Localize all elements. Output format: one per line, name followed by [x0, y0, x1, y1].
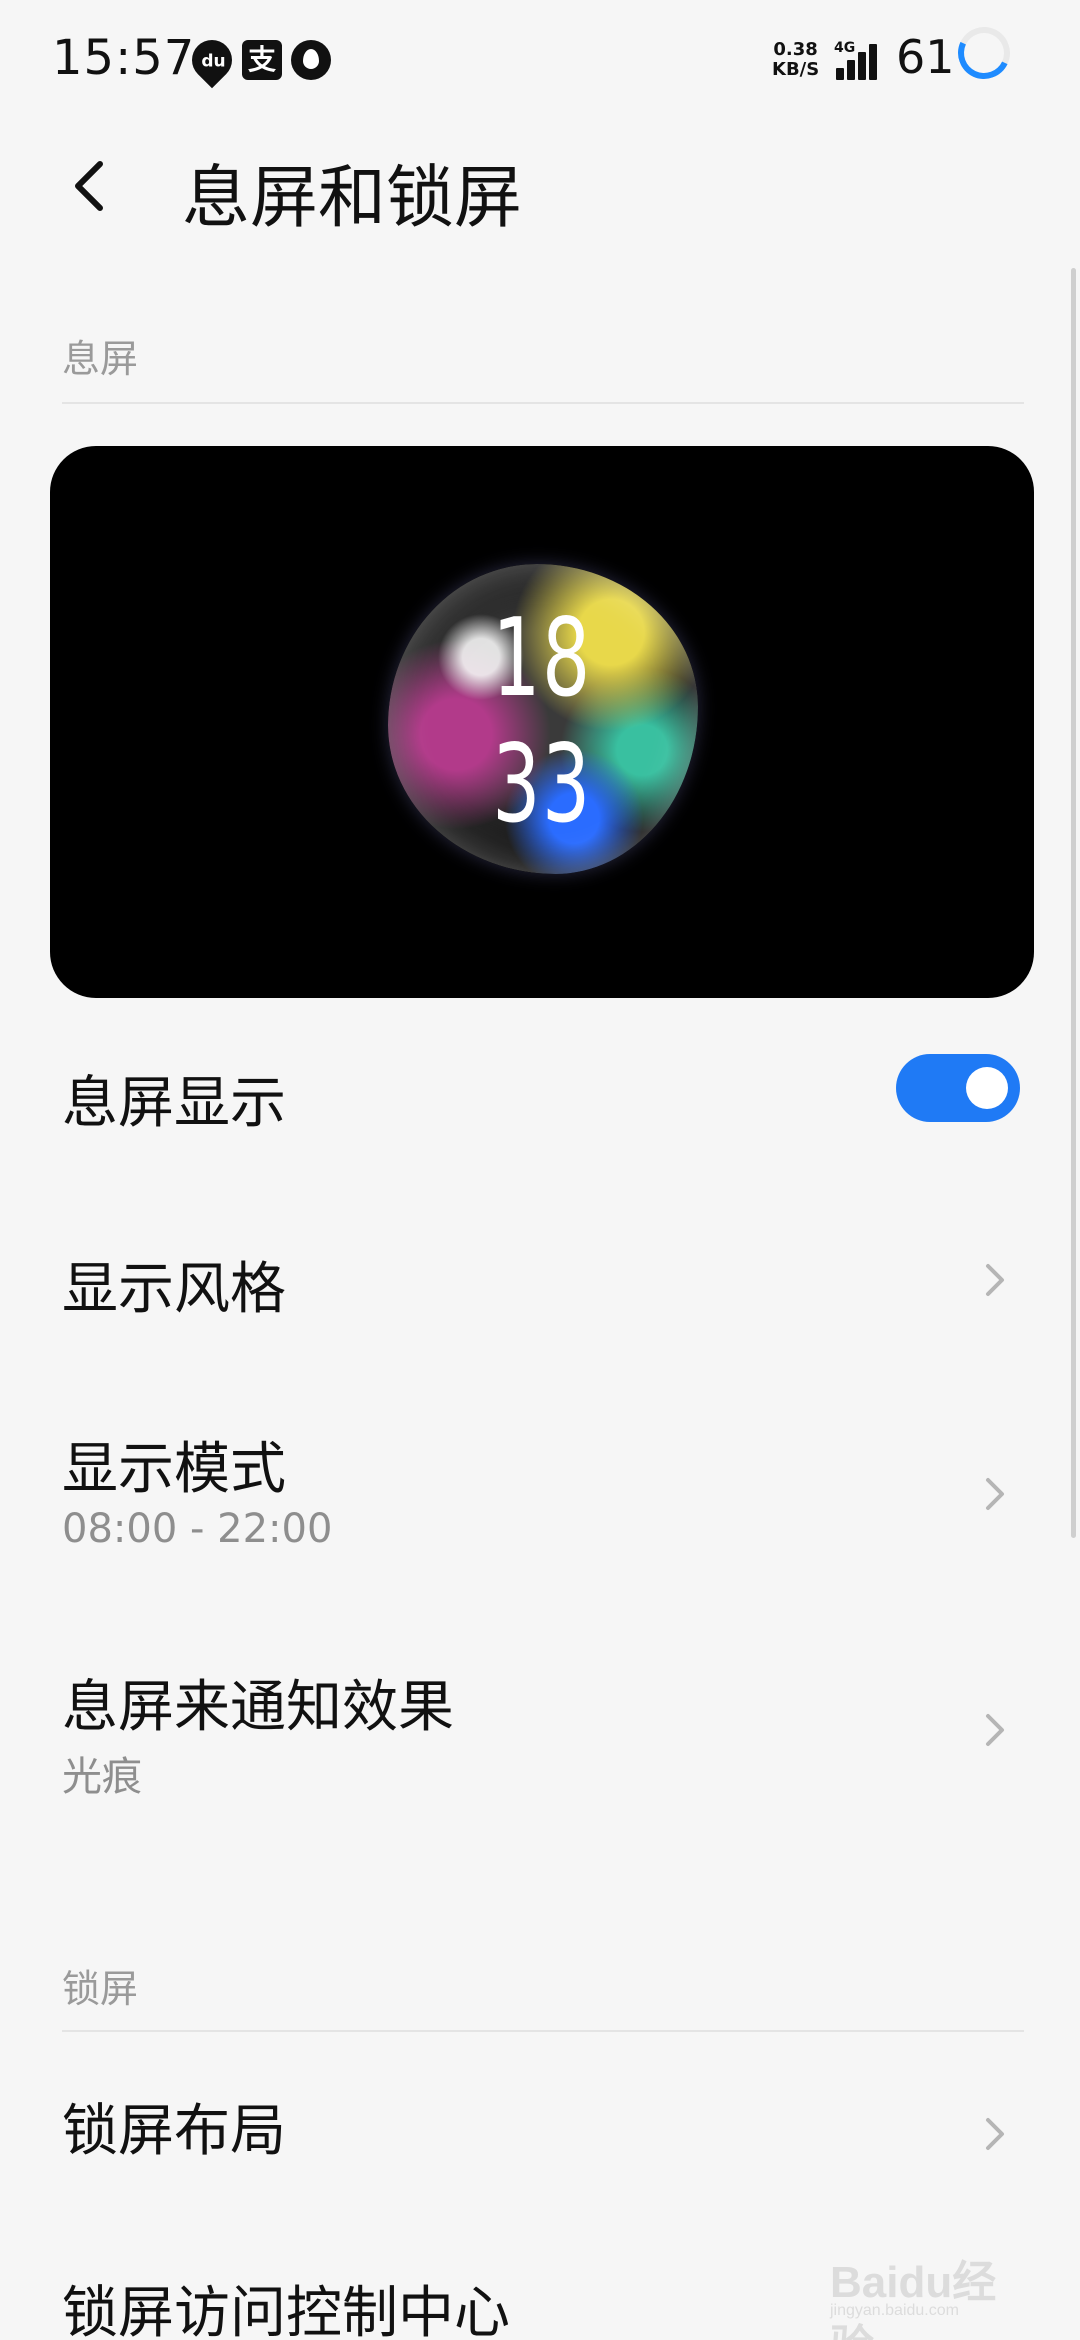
- page-title: 息屏和锁屏: [182, 159, 523, 238]
- status-bar: 15:57 du 支 0.38 KB/S 4G 61: [0, 0, 1080, 120]
- watermark-logo: Baidu经验: [830, 2258, 997, 2340]
- notification-effect-row[interactable]: 息屏来通知效果 光痕: [0, 1648, 1080, 1818]
- battery-level: 61: [896, 30, 955, 84]
- display-style-row[interactable]: 显示风格: [0, 1222, 1080, 1342]
- lock-layout-label: 锁屏布局: [62, 2099, 286, 2164]
- baidu-watermark: Baidu经验 jingyan.baidu.com: [830, 2240, 1040, 2340]
- signal-bar: [869, 44, 877, 80]
- divider: [62, 2030, 1024, 2032]
- alipay-icon: 支: [242, 40, 282, 80]
- display-mode-label: 显示模式: [62, 1437, 286, 1502]
- lock-control-center-label: 锁屏访问控制中心: [62, 2281, 510, 2340]
- display-mode-row[interactable]: 显示模式 08:00 - 22:00: [0, 1410, 1080, 1580]
- aod-display-toggle[interactable]: [896, 1054, 1020, 1122]
- display-style-label: 显示风格: [62, 1257, 286, 1322]
- aod-preview-hour: 18: [492, 596, 592, 721]
- aod-preview-minute: 33: [492, 722, 592, 847]
- divider: [62, 402, 1024, 404]
- section-header-lock: 锁屏: [62, 1967, 139, 2011]
- chevron-left-icon[interactable]: [62, 158, 118, 214]
- display-mode-value: 08:00 - 22:00: [62, 1506, 333, 1552]
- signal-bar: [847, 60, 855, 80]
- settings-page: 15:57 du 支 0.38 KB/S 4G 61 息屏和锁屏 息屏 18 3…: [0, 0, 1080, 2340]
- chevron-right-icon: [986, 2118, 1004, 2150]
- lock-layout-row[interactable]: 锁屏布局: [0, 2070, 1080, 2190]
- notification-effect-label: 息屏来通知效果: [62, 1675, 454, 1740]
- toggle-knob: [966, 1067, 1008, 1109]
- net-speed-value: 0.38: [773, 39, 818, 60]
- watermark-url: jingyan.baidu.com: [830, 2302, 959, 2319]
- aod-preview[interactable]: 18 33: [50, 446, 1034, 998]
- network-type: 4G: [834, 40, 856, 56]
- section-header-aod: 息屏: [62, 337, 139, 381]
- chevron-right-icon: [986, 1264, 1004, 1296]
- page-header: 息屏和锁屏: [0, 120, 1080, 250]
- net-speed: 0.38 KB/S: [772, 40, 819, 80]
- signal-bar: [836, 68, 844, 80]
- chevron-right-icon: [986, 1478, 1004, 1510]
- droplet-app-icon: [291, 40, 331, 80]
- signal-bar: [858, 52, 866, 80]
- aod-display-label: 息屏显示: [62, 1071, 286, 1136]
- battery-ring-icon: [950, 19, 1018, 87]
- signal-icon: 4G: [834, 38, 884, 82]
- chevron-right-icon: [986, 1714, 1004, 1746]
- net-speed-unit: KB/S: [772, 59, 820, 80]
- status-time: 15:57: [52, 30, 196, 86]
- notification-effect-value: 光痕: [62, 1754, 142, 1800]
- scrollbar[interactable]: [1071, 268, 1076, 1538]
